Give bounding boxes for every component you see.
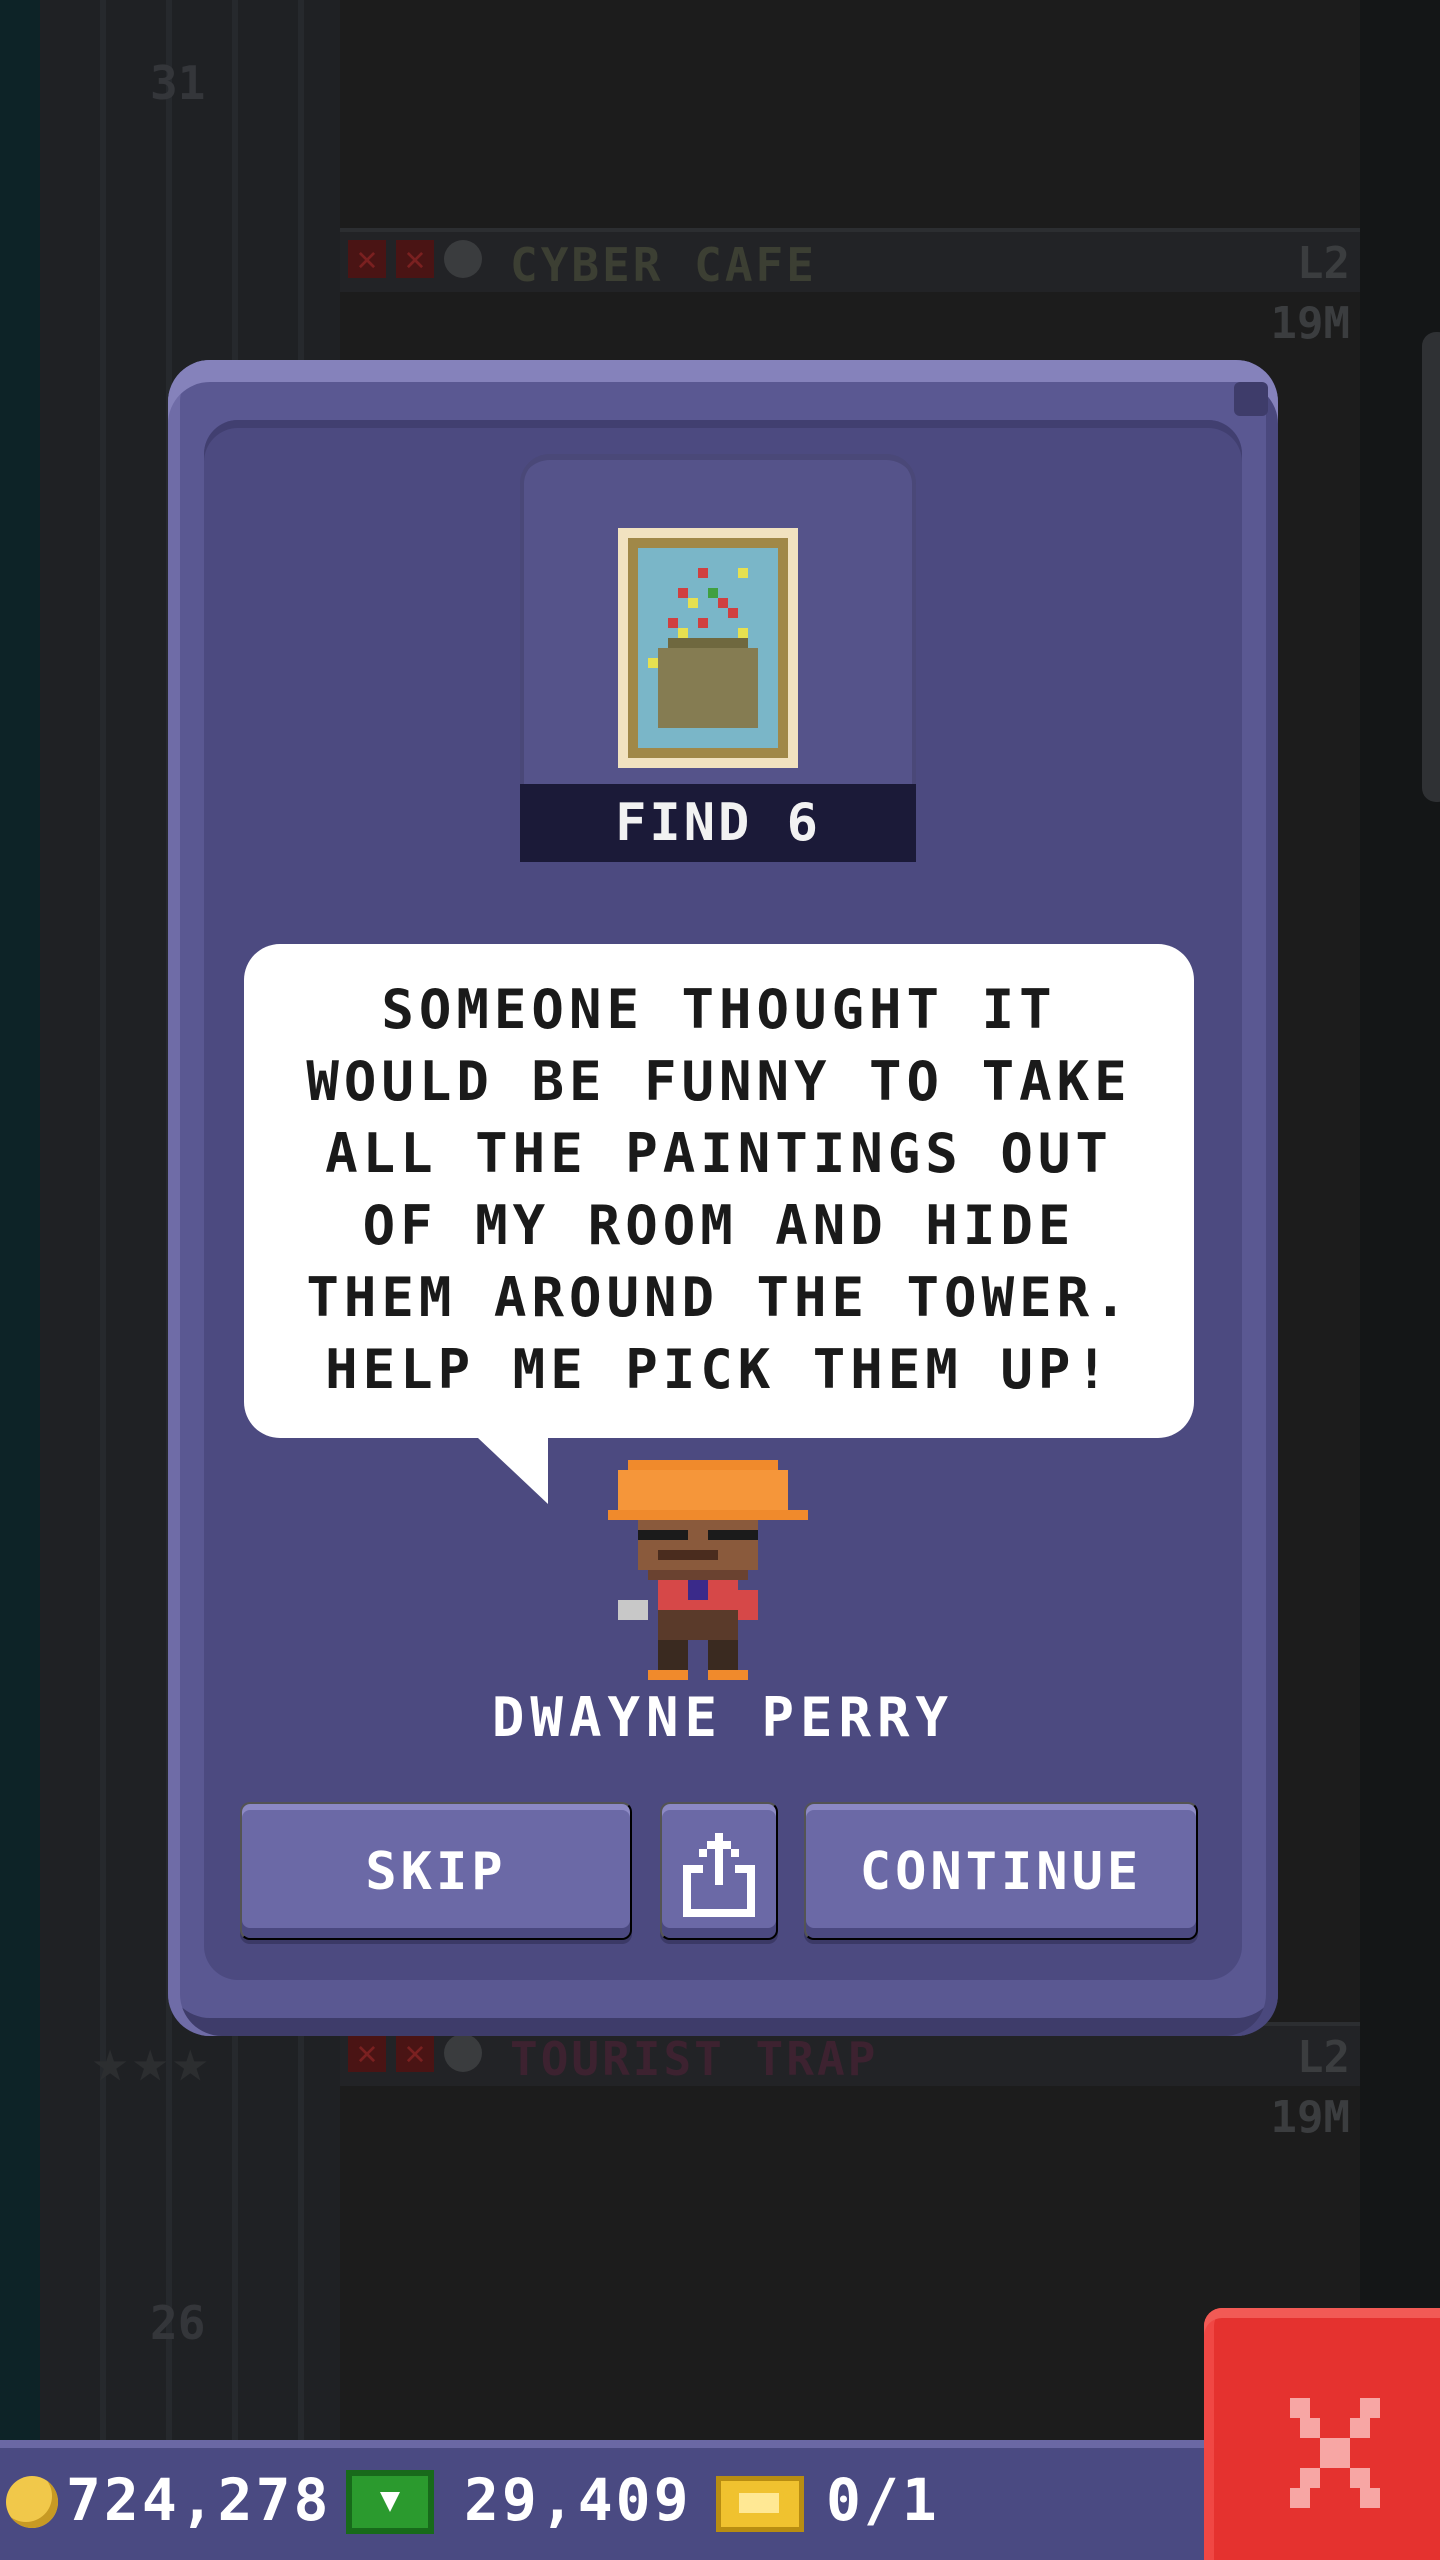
coin-count: 724,278	[66, 2466, 332, 2534]
share-button[interactable]	[660, 1802, 778, 1940]
unstocked-x-icon: ✕	[396, 2034, 434, 2072]
floor-level: L2	[1297, 238, 1350, 289]
ticket-icon	[716, 2476, 804, 2532]
clock-icon	[444, 2034, 482, 2072]
floor-name: TOURIST TRAP	[510, 2032, 879, 2086]
unstocked-x-icon: ✕	[348, 240, 386, 278]
skip-button[interactable]: SKIP	[240, 1802, 632, 1940]
character-name: DWAYNE PERRY	[491, 1686, 955, 1749]
character-sprite	[608, 1460, 808, 1680]
floor-value: 19M	[1270, 298, 1350, 349]
speech-bubble: SOMEONE THOUGHT IT WOULD BE FUNNY TO TAK…	[244, 944, 1194, 1438]
close-icon	[1290, 2398, 1380, 2508]
continue-button[interactable]: CONTINUE	[804, 1802, 1198, 1940]
clock-icon	[444, 240, 482, 278]
coin-icon	[6, 2476, 58, 2528]
floor-number: 26	[150, 2296, 206, 2350]
objective-label: FIND 6	[520, 784, 916, 862]
close-button[interactable]	[1204, 2308, 1440, 2560]
floor-value: 19M	[1270, 2092, 1350, 2143]
unstocked-x-icon: ✕	[348, 2034, 386, 2072]
floor-number: 31	[150, 56, 206, 110]
tower-bux-icon	[346, 2470, 434, 2534]
mission-message: SOMEONE THOUGHT IT WOULD BE FUNNY TO TAK…	[306, 978, 1132, 1401]
ticket-count: 0/1	[826, 2466, 940, 2534]
floor-name: CYBER CAFE	[510, 238, 817, 292]
mission-dialog: FIND 6 SOMEONE THOUGHT IT WOULD BE FUNNY…	[168, 360, 1278, 2036]
speech-bubble-tail	[478, 1438, 548, 1504]
floor-level: L2	[1297, 2032, 1350, 2083]
floor-stars-icon: ★★★	[92, 2026, 213, 2096]
floor-cyber-cafe[interactable]: ✕ ✕ CYBER CAFE L2 19M	[340, 228, 1360, 349]
unstocked-x-icon: ✕	[396, 240, 434, 278]
bux-count: 29,409	[464, 2466, 692, 2534]
side-tab[interactable]	[1422, 332, 1440, 802]
share-icon	[683, 1833, 755, 1917]
objective-card: FIND 6	[520, 454, 916, 862]
painting-icon	[618, 528, 798, 768]
